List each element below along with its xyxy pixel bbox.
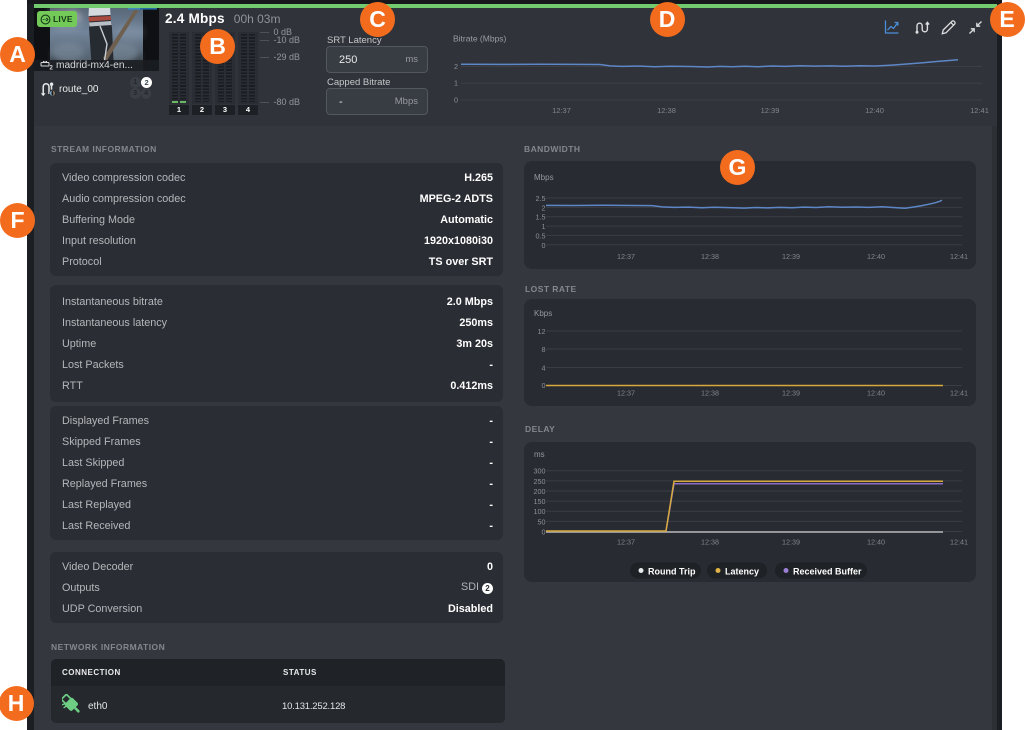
svg-text:12:39: 12:39 xyxy=(782,389,800,398)
svg-text:12:39: 12:39 xyxy=(782,252,800,261)
svg-text:12:38: 12:38 xyxy=(701,389,719,398)
svg-text:0: 0 xyxy=(542,381,546,390)
svg-text:Kbps: Kbps xyxy=(534,309,552,318)
svg-text:0: 0 xyxy=(454,96,458,105)
svg-text:2: 2 xyxy=(50,66,54,71)
svg-text:0: 0 xyxy=(542,241,546,250)
svg-text:12:40: 12:40 xyxy=(865,106,884,115)
svg-text:2: 2 xyxy=(454,62,458,71)
svg-text:1: 1 xyxy=(542,222,546,231)
svg-text:Mbps: Mbps xyxy=(534,173,554,182)
svg-text:12:37: 12:37 xyxy=(617,538,635,547)
svg-text:12:38: 12:38 xyxy=(701,252,719,261)
svg-text:2: 2 xyxy=(542,203,546,212)
svg-text:12:40: 12:40 xyxy=(867,252,885,261)
svg-text:12:41: 12:41 xyxy=(970,106,989,115)
svg-text:12: 12 xyxy=(538,327,546,336)
svg-text:ms: ms xyxy=(534,450,545,459)
svg-text:8: 8 xyxy=(542,345,546,354)
svg-text:12:40: 12:40 xyxy=(867,538,885,547)
svg-text:Bitrate (Mbps): Bitrate (Mbps) xyxy=(453,34,507,44)
svg-text:Received Buffer: Received Buffer xyxy=(793,567,862,577)
svg-text:1: 1 xyxy=(454,79,458,88)
svg-text:12:41: 12:41 xyxy=(950,538,968,547)
svg-text:1.5: 1.5 xyxy=(536,213,546,222)
svg-text:12:40: 12:40 xyxy=(867,389,885,398)
svg-text:50: 50 xyxy=(538,517,546,526)
svg-text:250: 250 xyxy=(534,477,546,486)
svg-text:12:37: 12:37 xyxy=(617,389,635,398)
svg-text:12:38: 12:38 xyxy=(657,106,676,115)
svg-text:2.5: 2.5 xyxy=(536,194,546,203)
svg-text:4: 4 xyxy=(542,364,546,373)
svg-text:0.5: 0.5 xyxy=(536,231,546,240)
svg-text:200: 200 xyxy=(534,487,546,496)
svg-text:12:41: 12:41 xyxy=(950,389,968,398)
svg-text:0: 0 xyxy=(542,528,546,537)
svg-text:12:37: 12:37 xyxy=(617,252,635,261)
svg-text:12:39: 12:39 xyxy=(761,106,780,115)
svg-text:150: 150 xyxy=(534,497,546,506)
svg-text:12:38: 12:38 xyxy=(701,538,719,547)
svg-text:Latency: Latency xyxy=(725,567,759,577)
svg-text:12:37: 12:37 xyxy=(552,106,571,115)
svg-text:300: 300 xyxy=(534,467,546,476)
svg-text:Round Trip: Round Trip xyxy=(648,567,696,577)
svg-text:100: 100 xyxy=(534,507,546,516)
svg-text:12:41: 12:41 xyxy=(950,252,968,261)
svg-text:12:39: 12:39 xyxy=(782,538,800,547)
